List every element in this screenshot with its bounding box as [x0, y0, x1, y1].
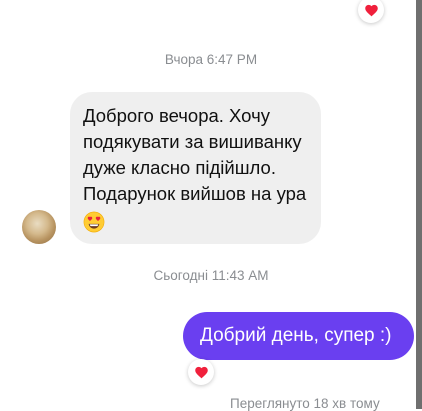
heart-reaction-badge[interactable] — [358, 0, 384, 23]
heart-icon — [194, 366, 208, 378]
heart-icon — [364, 4, 378, 16]
message-line: Доброго вечора. Хочу — [83, 105, 270, 126]
message-line: Подарунок вийшов на ура — [83, 183, 307, 204]
timestamp-today: Сьогодні 11:43 AM — [153, 268, 269, 283]
heart-reaction-badge[interactable] — [188, 359, 214, 385]
timestamp-yesterday: Вчора 6:47 PM — [164, 52, 258, 67]
contact-avatar[interactable] — [22, 210, 56, 244]
outgoing-message-text: Добрий день, супер :) — [200, 325, 392, 346]
message-line: дуже класно підійшло. — [83, 157, 276, 178]
incoming-message-bubble[interactable]: Доброго вечора. Хочу подякувати за вишив… — [70, 92, 321, 244]
outgoing-message-bubble[interactable]: Добрий день, супер :) — [183, 312, 414, 360]
message-line: подякувати за вишиванку — [83, 131, 302, 152]
heart-eyes-emoji-icon — [83, 211, 105, 233]
